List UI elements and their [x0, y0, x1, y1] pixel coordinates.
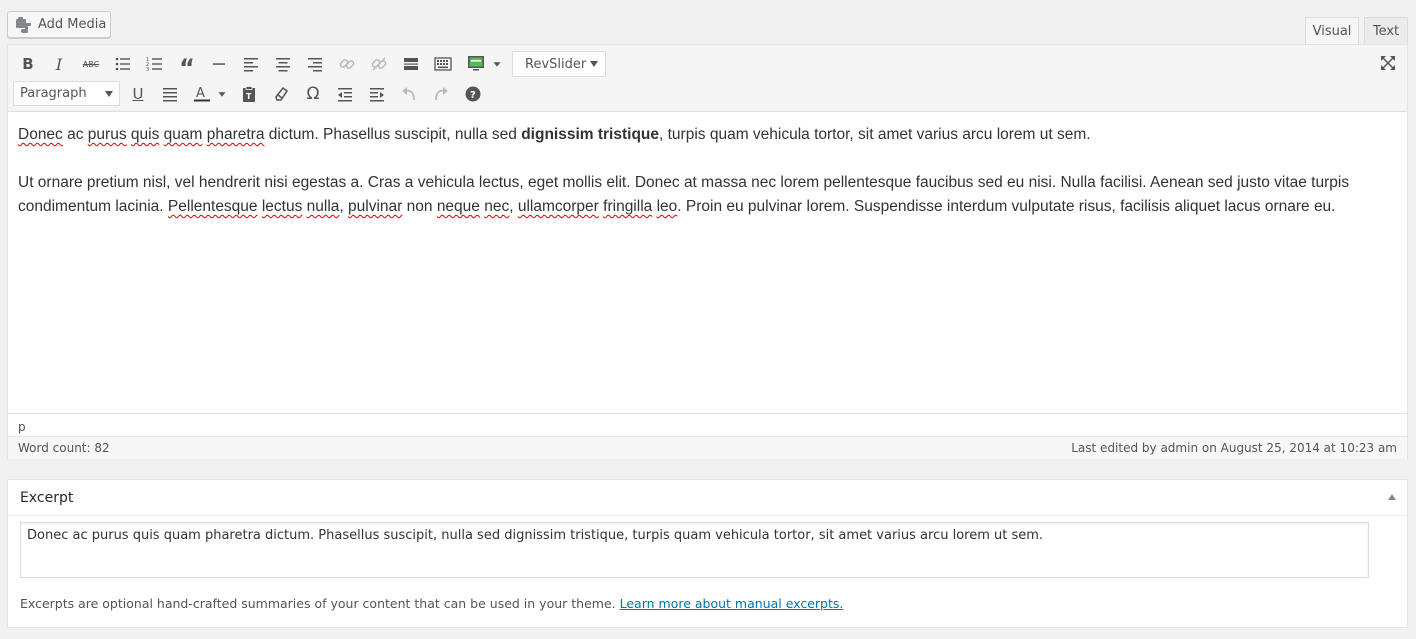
clear-formatting-icon[interactable] [268, 81, 294, 107]
special-character-icon[interactable]: Ω [300, 81, 326, 107]
excerpt-title: Excerpt [20, 490, 74, 506]
format-select[interactable]: Paragraph [13, 81, 120, 106]
word-count: Word count: 82 [18, 441, 110, 455]
excerpt-learn-more-link[interactable]: Learn more about manual excerpts. [620, 596, 844, 611]
bold-icon[interactable]: B [15, 51, 41, 77]
numbered-list-icon[interactable]: 123 [142, 51, 168, 77]
text-color-icon[interactable]: A [189, 81, 215, 107]
indent-icon[interactable] [364, 81, 390, 107]
tab-visual[interactable]: Visual [1305, 17, 1359, 45]
align-right-icon[interactable] [302, 51, 328, 77]
svg-text:?: ? [470, 90, 476, 101]
excerpt-header[interactable]: Excerpt [8, 480, 1407, 516]
chevron-down-icon [105, 91, 113, 97]
svg-text:T: T [246, 92, 252, 101]
align-center-icon[interactable] [270, 51, 296, 77]
insert-link-icon[interactable] [334, 51, 360, 77]
strikethrough-icon[interactable]: ABC [78, 51, 104, 77]
camera-music-icon [16, 16, 32, 33]
italic-icon[interactable]: I [46, 51, 72, 77]
underline-icon[interactable]: U [125, 81, 151, 107]
add-media-label: Add Media [38, 17, 107, 32]
justify-icon[interactable] [157, 81, 183, 107]
revslider-label: RevSlider [525, 56, 587, 72]
editor-status-bar: Word count: 82 Last edited by admin on A… [8, 436, 1407, 459]
revslider-dropdown[interactable]: RevSlider [512, 51, 606, 77]
redo-icon[interactable] [428, 81, 454, 107]
slider-dropdown-arrow-icon[interactable] [489, 51, 505, 77]
outdent-icon[interactable] [332, 81, 358, 107]
text-color-dropdown-icon[interactable] [214, 81, 230, 107]
align-left-icon[interactable] [238, 51, 264, 77]
svg-text:3: 3 [146, 67, 149, 73]
editor: B I ABC 123 “ RevSlider Paragraph U A T … [7, 44, 1408, 459]
add-media-button[interactable]: Add Media [7, 11, 111, 38]
content-paragraph: Ut ornare pretium nisl, vel hendrerit ni… [18, 174, 1350, 215]
slider-icon[interactable] [463, 50, 489, 76]
paste-text-icon[interactable]: T [236, 81, 262, 107]
help-icon[interactable]: ? [460, 81, 486, 107]
undo-icon[interactable] [396, 81, 422, 107]
excerpt-help-text: Excerpts are optional hand-crafted summa… [20, 596, 844, 611]
tab-text[interactable]: Text [1364, 17, 1408, 45]
collapse-arrow-icon[interactable] [1388, 494, 1396, 500]
svg-text:A: A [196, 86, 205, 101]
format-select-value: Paragraph [20, 86, 87, 101]
read-more-icon[interactable] [398, 51, 424, 77]
excerpt-box: Excerpt Donec ac purus quis quam pharetr… [7, 479, 1408, 628]
editor-content[interactable]: Donec ac purus quis quam pharetra dictum… [8, 113, 1407, 413]
chevron-down-icon [590, 61, 598, 67]
element-path[interactable]: p [8, 413, 1407, 436]
excerpt-textarea[interactable]: Donec ac purus quis quam pharetra dictum… [20, 522, 1369, 578]
bullet-list-icon[interactable] [110, 51, 136, 77]
horizontal-rule-icon[interactable] [206, 51, 232, 77]
editor-toolbar: B I ABC 123 “ RevSlider Paragraph U A T … [8, 45, 1407, 112]
fullscreen-icon[interactable] [1375, 50, 1401, 76]
content-paragraph: Donec ac purus quis quam pharetra dictum… [18, 126, 1091, 143]
blockquote-icon[interactable]: “ [174, 51, 200, 82]
remove-link-icon[interactable] [366, 51, 392, 77]
last-edited: Last edited by admin on August 25, 2014 … [1071, 441, 1397, 455]
toolbar-toggle-icon[interactable] [430, 51, 456, 77]
